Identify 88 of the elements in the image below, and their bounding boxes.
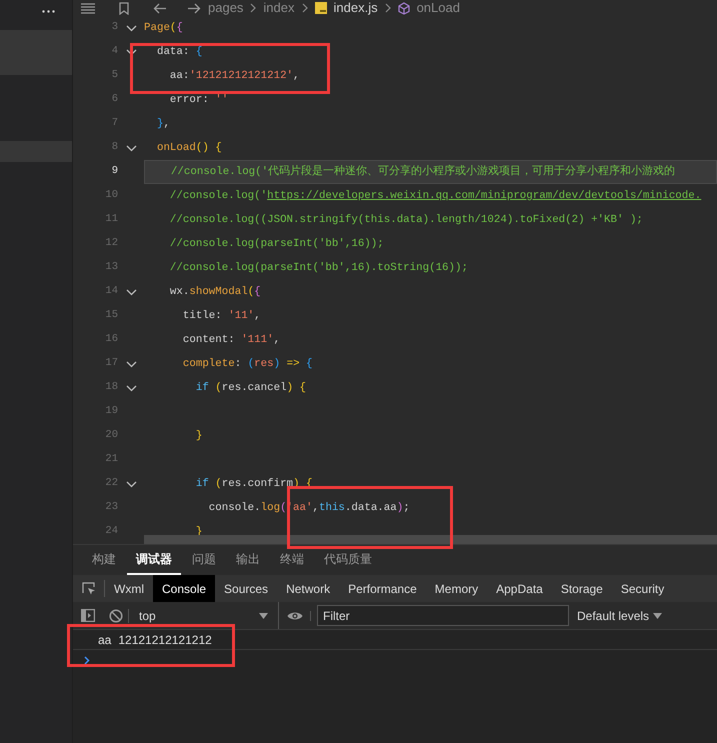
chevron-down-icon[interactable] xyxy=(126,24,136,32)
breadcrumb-item[interactable]: onLoad xyxy=(416,0,460,18)
code-line: error: '' xyxy=(168,92,228,108)
line-number: 4 xyxy=(110,44,118,60)
bookmark-icon[interactable] xyxy=(119,2,129,14)
line-number: 5 xyxy=(110,68,118,84)
line-number: 12 xyxy=(104,236,118,252)
panel-tab[interactable]: 输出 xyxy=(227,545,269,575)
chevron-down-icon[interactable] xyxy=(126,144,136,152)
code-line: }, xyxy=(156,116,170,132)
code-line: //console.log('代码片段是一种迷你、可分享的小程序或小游戏项目，可用于分享小程序和小游戏的 xyxy=(170,164,676,180)
line-number: 13 xyxy=(104,260,118,276)
line-number: 19 xyxy=(104,404,118,420)
panel-tab[interactable]: 构建 xyxy=(83,545,125,575)
cube-icon xyxy=(398,2,410,14)
chevron-right-icon xyxy=(384,3,391,13)
breadcrumb-item[interactable]: pages xyxy=(208,0,244,18)
code-line: //console.log(parseInt('bb',16)); xyxy=(168,236,384,252)
line-number: 7 xyxy=(110,116,118,132)
devtools-tab[interactable]: Wxml xyxy=(105,575,153,602)
devtools-tab[interactable]: Storage xyxy=(552,575,612,602)
code-line: //console.log((JSON.stringify(this.data).length/1024).toFixed(2) +'KB' ); xyxy=(168,212,643,228)
code-line: if (res.cancel) { xyxy=(194,380,306,396)
prompt-icon[interactable] xyxy=(84,656,90,664)
code-line: complete: (res) => { xyxy=(182,356,313,372)
chevron-down-icon[interactable] xyxy=(126,48,136,56)
line-number: 9 xyxy=(110,164,118,180)
devtools-tab[interactable]: Sources xyxy=(215,575,278,602)
chevron-right-icon xyxy=(302,3,308,13)
breadcrumb-item[interactable]: index.js xyxy=(334,0,378,18)
line-number: 18 xyxy=(104,380,118,396)
filter-field[interactable]: Filter xyxy=(317,605,569,626)
js-file-icon xyxy=(314,2,326,14)
dropdown-arrow-icon xyxy=(259,612,268,618)
line-number: 21 xyxy=(104,452,118,468)
code-line: title: '11', xyxy=(182,308,261,324)
code-line: wx.showModal({ xyxy=(168,284,261,300)
code-line: onLoad() { xyxy=(156,140,222,156)
eye-icon[interactable] xyxy=(286,610,302,620)
devtools-tab[interactable]: Performance xyxy=(339,575,426,602)
line-number: 11 xyxy=(104,212,118,228)
back-arrow-icon[interactable] xyxy=(153,2,167,14)
sidebar-toggle-icon[interactable] xyxy=(81,609,95,622)
code-line: //console.log('https://developers.weixin.qq.com/miniprogram/dev/devtools/minicode. xyxy=(168,188,702,204)
line-number: 20 xyxy=(104,428,118,444)
line-number: 15 xyxy=(104,308,118,324)
panel-tab[interactable]: 问题 xyxy=(183,545,225,575)
devtools-tab[interactable]: Security xyxy=(612,575,674,602)
log-value: 12121212121212 xyxy=(118,632,212,648)
devtools-tab[interactable]: Network xyxy=(277,575,340,602)
line-number: 6 xyxy=(110,92,118,108)
devtools-tab[interactable]: Memory xyxy=(426,575,488,602)
line-number: 22 xyxy=(104,476,118,492)
more-icon[interactable] xyxy=(42,10,55,13)
chevron-down-icon[interactable] xyxy=(126,384,136,392)
code-line: } xyxy=(194,428,202,444)
scrollbar[interactable] xyxy=(144,535,717,544)
line-number: 16 xyxy=(104,332,118,348)
inspect-icon[interactable] xyxy=(82,582,96,596)
chevron-down-icon[interactable] xyxy=(126,480,136,488)
code-line: //console.log(parseInt('bb',16).toString(16)); xyxy=(168,260,468,276)
levels-dropdown[interactable]: Default levels xyxy=(577,606,662,624)
block-icon[interactable] xyxy=(108,608,122,622)
code-line: console.log('aa',this.data.aa); xyxy=(208,500,410,516)
breadcrumb-item[interactable]: index xyxy=(263,0,294,18)
panel-tab[interactable]: 代码质量 xyxy=(315,545,381,575)
code-line: data: { xyxy=(156,44,202,60)
list-icon[interactable] xyxy=(81,2,95,14)
chevron-down-icon[interactable] xyxy=(126,360,136,368)
devtools-tab[interactable]: AppData xyxy=(487,575,552,602)
context-select[interactable]: top xyxy=(129,602,279,629)
line-number: 17 xyxy=(104,356,118,372)
dropdown-arrow-icon xyxy=(653,612,662,618)
line-number: 23 xyxy=(104,500,118,516)
code-line: content: '111', xyxy=(182,332,280,348)
code-line: aa:'12121212121212', xyxy=(168,68,300,84)
line-number: 24 xyxy=(104,524,118,540)
line-number: 3 xyxy=(110,20,118,36)
panel-tab[interactable]: 终端 xyxy=(271,545,313,575)
line-number: 10 xyxy=(104,188,118,204)
code-line: Page({ xyxy=(144,20,183,36)
log-label: aa xyxy=(98,632,112,648)
devtools-tab[interactable]: Console xyxy=(153,575,216,602)
chevron-right-icon xyxy=(250,3,256,13)
line-number: 14 xyxy=(104,284,118,300)
chevron-down-icon[interactable] xyxy=(126,288,136,296)
forward-arrow-icon[interactable] xyxy=(187,2,201,14)
line-number: 8 xyxy=(110,140,118,156)
